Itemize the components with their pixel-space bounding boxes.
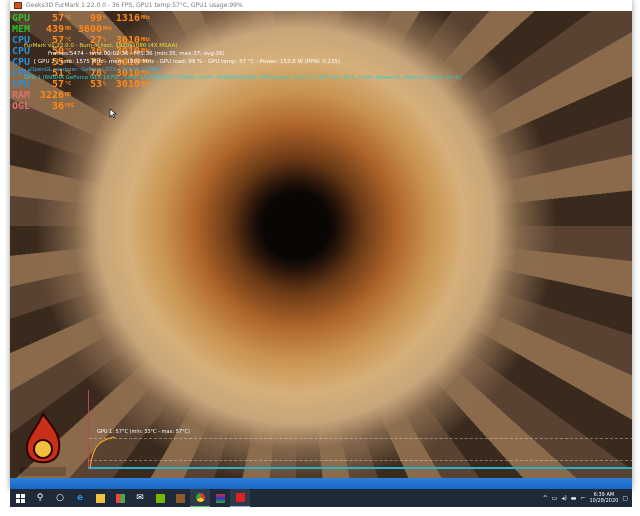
hud-unit: °C: [65, 15, 72, 21]
winrar-button[interactable]: [210, 489, 230, 507]
app-v-button[interactable]: [170, 489, 190, 507]
search-icon: ⚲: [36, 493, 44, 503]
v-app-icon: [175, 493, 185, 503]
hud-unit: FPS: [65, 103, 75, 109]
hud-unit: MB: [65, 92, 72, 98]
clock[interactable]: 6:39 AM 10/28/2020: [590, 492, 619, 504]
hud-row: MEM 439 MB 3600 MHz: [12, 24, 152, 35]
cortana-icon: ○: [56, 493, 64, 503]
furmark-logo: [18, 409, 68, 478]
furmark-app-icon: [14, 2, 22, 9]
render-view[interactable]: GPU 57 °C 99% 1316 MHz MEM 439 MB 3600 MHz CPU 57 °C 2…: [10, 11, 632, 478]
file-explorer-button[interactable]: [90, 489, 110, 507]
info-line-gpu2: [ GPU 2 ] core: 1575 MHz - mem: 1800 MHz…: [34, 59, 341, 65]
task-view-button[interactable]: ○: [50, 489, 70, 507]
info-line-renderer: OpenGL renderer: GeForce GTX 1070/PCIe/S…: [30, 67, 162, 73]
hud-unit: %: [103, 15, 107, 21]
hud-value: 3226: [39, 90, 64, 101]
keyboard-icon[interactable]: ▬: [571, 495, 577, 502]
furmark-icon: [235, 493, 245, 502]
chrome-button[interactable]: [190, 489, 210, 507]
folder-icon: [95, 493, 105, 503]
window-title: Geeks3D FurMark 1.22.0.0 - 36 FPS, GPU1 …: [26, 2, 243, 9]
hud-value: 36: [51, 101, 64, 112]
hud-value: 3600: [77, 24, 102, 35]
chevron-up-icon[interactable]: ^: [543, 495, 548, 502]
hud-unit: MHz: [103, 26, 113, 32]
hud-value: 57: [51, 13, 64, 24]
hud-value: 1316: [115, 13, 140, 24]
search-button[interactable]: ⚲: [30, 489, 50, 507]
winrar-icon: [215, 493, 225, 503]
title-bar[interactable]: Geeks3D FurMark 1.22.0.0 - 36 FPS, GPU1 …: [10, 0, 632, 11]
temperature-graph: GPU 1: 57°C (min: 33°C - max: 57°C): [88, 390, 632, 469]
mail-button[interactable]: ✉: [130, 489, 150, 507]
system-tray: ^ ▭ ◂) ▬ ⌐ 6:39 AM 10/28/2020 ▢: [543, 489, 628, 507]
store-icon: [115, 493, 125, 503]
hud-unit: MHz: [141, 15, 151, 21]
info-line-title: FurMark v1.22.0.0 - Burn-in test, 1920x1…: [24, 43, 178, 49]
mouse-cursor-icon: [109, 108, 117, 119]
hud-row: OGL 36 FPS: [12, 101, 152, 112]
edge-button[interactable]: e: [70, 489, 90, 507]
hud-label: GPU: [12, 13, 31, 24]
hud-row: RAM 3226 MB: [12, 90, 152, 101]
volume-icon[interactable]: ◂): [561, 495, 566, 502]
clock-date: 10/28/2020: [589, 498, 619, 504]
hud-unit: MB: [65, 26, 72, 32]
pen-icon[interactable]: ⌐: [580, 495, 585, 502]
taskbar: ⚲ ○ e ✉ ^ ▭ ◂) ▬ ⌐ 6:39 AM 10/28/2020 ▢: [10, 489, 632, 507]
temperature-curve: [89, 436, 116, 469]
mail-icon: ✉: [136, 493, 144, 503]
hud-value: 439: [45, 24, 64, 35]
hud-row: GPU 57 °C 99% 1316 MHz: [12, 13, 152, 24]
furmark-window: Geeks3D FurMark 1.22.0.0 - 36 FPS, GPU1 …: [10, 0, 632, 489]
notifications-icon[interactable]: ▢: [622, 495, 628, 502]
start-button[interactable]: [10, 489, 30, 507]
furmark-taskbar-button[interactable]: [230, 489, 250, 507]
chrome-icon: [195, 493, 205, 502]
nvidia-icon: [155, 493, 165, 503]
windows-icon: [15, 493, 25, 503]
desktop-strip: [10, 478, 632, 489]
edge-icon: e: [76, 493, 84, 503]
hud-label: MEM: [12, 24, 31, 35]
info-line-frames: Frames:5474 - time:00:02:36 - FPS:36 (mi…: [48, 51, 225, 57]
info-line-gpu1: GPU 1 (NVIDIA GeForce GTX 1070) - core: …: [24, 75, 462, 81]
hud-label: OGL: [12, 101, 31, 112]
hud-value: 99: [89, 13, 102, 24]
network-icon[interactable]: ▭: [552, 495, 558, 502]
hud-label: RAM: [12, 90, 31, 101]
graph-gridline: [89, 438, 632, 439]
nvidia-button[interactable]: [150, 489, 170, 507]
store-button[interactable]: [110, 489, 130, 507]
graph-gridline: [89, 460, 632, 461]
